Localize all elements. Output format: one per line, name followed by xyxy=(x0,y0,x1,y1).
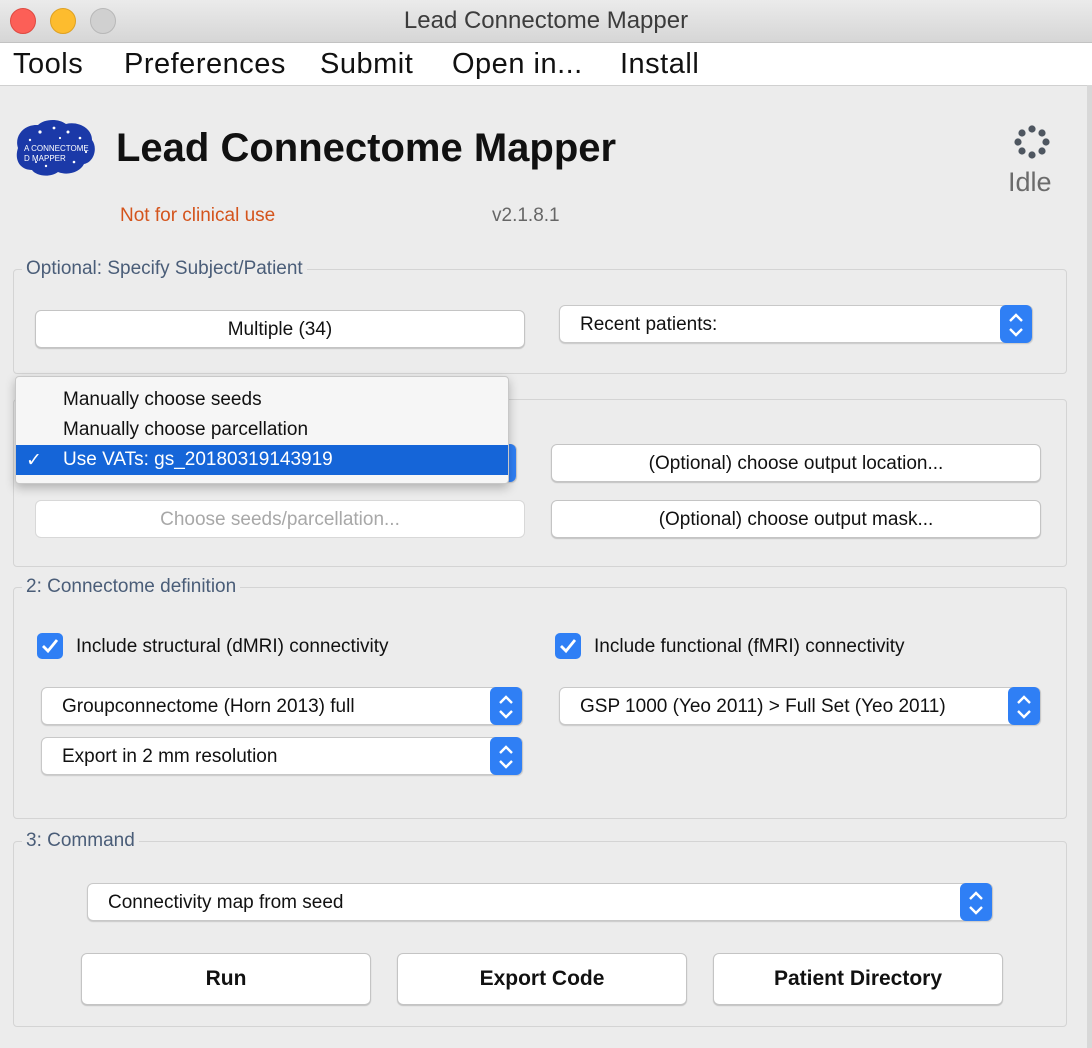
subject-panel-title: Optional: Specify Subject/Patient xyxy=(22,258,307,280)
structural-checkbox[interactable] xyxy=(37,633,63,659)
functional-connectome-select[interactable]: GSP 1000 (Yeo 2011) > Full Set (Yeo 2011… xyxy=(559,687,1041,725)
functional-checkbox[interactable] xyxy=(555,633,581,659)
structural-checkbox-label: Include structural (dMRI) connectivity xyxy=(76,636,389,657)
dropdown-option-vats[interactable]: ✓ Use VATs: gs_20180319143919 xyxy=(16,445,508,475)
output-location-button[interactable]: (Optional) choose output location... xyxy=(551,444,1041,482)
busy-spinner-icon xyxy=(1012,124,1052,160)
checkmark-icon: ✓ xyxy=(26,450,42,471)
logo-text-top: A CONNECTOME xyxy=(24,144,89,153)
output-mask-button[interactable]: (Optional) choose output mask... xyxy=(551,500,1041,538)
window-title: Lead Connectome Mapper xyxy=(403,7,689,34)
title-bar: Lead Connectome Mapper xyxy=(0,0,1092,43)
command-panel-title: 3: Command xyxy=(22,830,139,852)
dropdown-option-seeds[interactable]: Manually choose seeds xyxy=(16,385,508,415)
version-label: v2.1.8.1 xyxy=(492,205,560,226)
command-value: Connectivity map from seed xyxy=(108,892,344,913)
menu-submit[interactable]: Submit xyxy=(320,48,413,81)
structural-connectome-value: Groupconnectome (Horn 2013) full xyxy=(62,696,355,717)
window-edge xyxy=(1087,85,1092,1048)
connectome-panel-title: 2: Connectome definition xyxy=(22,576,241,598)
structural-connectome-select[interactable]: Groupconnectome (Horn 2013) full xyxy=(41,687,523,725)
seed-mode-dropdown-menu: Manually choose seeds Manually choose pa… xyxy=(15,376,509,484)
stepper-icon xyxy=(960,883,992,921)
checkmark-icon xyxy=(560,639,577,654)
app-logo: A CONNECTOME D MAPPER xyxy=(10,118,98,180)
dropdown-option-label: Manually choose seeds xyxy=(63,389,262,410)
dropdown-option-parcellation[interactable]: Manually choose parcellation xyxy=(16,415,508,445)
stepper-icon xyxy=(1000,305,1032,343)
resolution-value: Export in 2 mm resolution xyxy=(62,746,278,767)
recent-patients-label: Recent patients: xyxy=(580,314,718,335)
patients-button[interactable]: Multiple (34) xyxy=(35,310,525,348)
clinical-disclaimer: Not for clinical use xyxy=(120,205,276,226)
choose-seeds-button[interactable]: Choose seeds/parcellation... xyxy=(35,500,525,538)
checkmark-icon xyxy=(42,639,59,654)
menu-install[interactable]: Install xyxy=(620,48,699,81)
functional-checkbox-label: Include functional (fMRI) connectivity xyxy=(594,636,905,657)
run-button[interactable]: Run xyxy=(81,953,371,1005)
stepper-icon xyxy=(490,687,522,725)
patient-directory-button[interactable]: Patient Directory xyxy=(713,953,1003,1005)
dropdown-option-label: Manually choose parcellation xyxy=(63,419,309,440)
logo-text-bottom: D MAPPER xyxy=(24,154,66,163)
menu-tools[interactable]: Tools xyxy=(13,48,83,81)
app-title: Lead Connectome Mapper xyxy=(116,126,617,170)
stepper-icon xyxy=(490,737,522,775)
resolution-select[interactable]: Export in 2 mm resolution xyxy=(41,737,523,775)
menu-open-in[interactable]: Open in... xyxy=(452,48,583,81)
dropdown-option-label: Use VATs: gs_20180319143919 xyxy=(63,449,333,470)
menu-bar: Tools Preferences Submit Open in... Inst… xyxy=(0,43,1092,86)
stepper-icon xyxy=(1008,687,1040,725)
command-select[interactable]: Connectivity map from seed xyxy=(87,883,993,921)
recent-patients-select[interactable]: Recent patients: xyxy=(559,305,1033,343)
menu-preferences[interactable]: Preferences xyxy=(124,48,286,81)
status-label: Idle xyxy=(1008,167,1052,197)
export-code-button[interactable]: Export Code xyxy=(397,953,687,1005)
functional-connectome-value: GSP 1000 (Yeo 2011) > Full Set (Yeo 2011… xyxy=(580,696,946,717)
